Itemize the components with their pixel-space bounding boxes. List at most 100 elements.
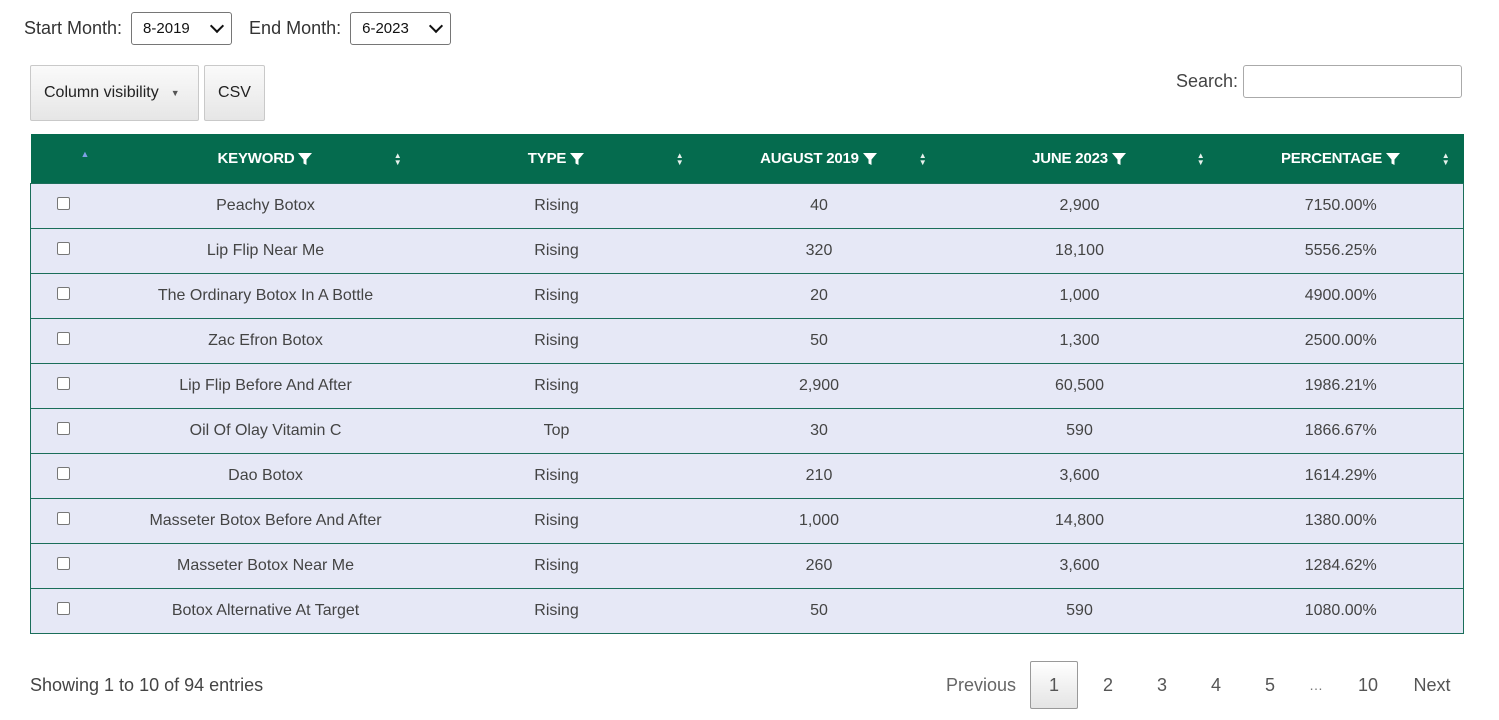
june-2023-cell: 1,300 [940, 318, 1219, 364]
page-5-button[interactable]: 5 [1246, 661, 1294, 709]
table-row: Lip Flip Near Me Rising 320 18,100 5556.25% [30, 228, 1464, 274]
percentage-cell: 7150.00% [1218, 183, 1464, 229]
june-2023-cell: 2,900 [940, 183, 1219, 229]
next-page-button[interactable]: Next [1402, 661, 1462, 709]
end-month-label: End Month: [249, 18, 342, 38]
percentage-cell: 1986.21% [1218, 363, 1464, 409]
search-box: Search: [1176, 65, 1462, 98]
keyword-cell: Masseter Botox Before And After [115, 498, 416, 544]
type-cell: Rising [415, 363, 698, 409]
filter-icon[interactable] [1111, 151, 1127, 167]
june-2023-cell: 1,000 [940, 273, 1219, 319]
august-2019-header-label: AUGUST 2019 [760, 150, 859, 167]
csv-button[interactable]: CSV [204, 65, 265, 121]
page-10-button[interactable]: 10 [1344, 661, 1392, 709]
row-checkbox[interactable] [57, 557, 70, 571]
row-checkbox[interactable] [57, 242, 70, 256]
august-2019-cell: 260 [697, 543, 941, 589]
row-checkbox[interactable] [57, 422, 70, 436]
row-checkbox-cell [30, 543, 116, 589]
csv-label: CSV [218, 84, 251, 101]
june-2023-cell: 590 [940, 408, 1219, 454]
chevron-down-icon [429, 18, 444, 34]
august-2019-cell: 210 [697, 453, 941, 499]
percentage-cell: 2500.00% [1218, 318, 1464, 364]
search-input[interactable] [1243, 65, 1462, 98]
pagination-ellipsis: … [1309, 677, 1323, 693]
row-checkbox[interactable] [57, 512, 70, 526]
row-checkbox[interactable] [57, 602, 70, 616]
type-cell: Rising [415, 453, 698, 499]
row-checkbox-cell [30, 588, 116, 634]
row-checkbox[interactable] [57, 332, 70, 346]
search-label: Search: [1175, 71, 1238, 91]
june-2023-column-header[interactable]: JUNE 2023 ▲ ▼ [940, 134, 1219, 184]
end-month-select[interactable]: 6-2023 [350, 12, 452, 45]
table-row: Masseter Botox Near Me Rising 260 3,600 1284… [30, 543, 1464, 589]
filter-icon[interactable] [297, 151, 313, 167]
sort-asc-icon: ▲ [80, 149, 90, 159]
table-header-row: ▲ KEYWORD ▲ ▼ TYPE ▲ ▼ AUGUST 2019 ▲ ▼ J… [30, 134, 1464, 184]
filter-icon[interactable] [862, 151, 878, 167]
select-column-header[interactable]: ▲ [30, 134, 116, 184]
keyword-cell: The Ordinary Botox In A Bottle [115, 273, 416, 319]
keyword-cell: Masseter Botox Near Me [115, 543, 416, 589]
type-cell: Rising [415, 273, 698, 319]
keyword-cell: Botox Alternative At Target [115, 588, 416, 634]
percentage-cell: 1380.00% [1218, 498, 1464, 544]
table-row: Zac Efron Botox Rising 50 1,300 2500.00% [30, 318, 1464, 364]
start-month-label: Start Month: [24, 18, 123, 38]
keyword-cell: Oil Of Olay Vitamin C [115, 408, 416, 454]
page-4-button[interactable]: 4 [1192, 661, 1240, 709]
filter-icon[interactable] [1385, 151, 1401, 167]
percentage-cell: 1614.29% [1218, 453, 1464, 499]
filter-icon[interactable] [569, 151, 585, 167]
table-row: Botox Alternative At Target Rising 50 590 10… [30, 588, 1464, 634]
previous-page-button[interactable]: Previous [932, 661, 1030, 709]
page-1-button[interactable]: 1 [1030, 661, 1078, 709]
percentage-cell: 5556.25% [1218, 228, 1464, 274]
row-checkbox[interactable] [57, 287, 70, 301]
row-checkbox[interactable] [57, 377, 70, 391]
keyword-cell: Zac Efron Botox [115, 318, 416, 364]
august-2019-cell: 20 [697, 273, 941, 319]
type-cell: Rising [415, 498, 698, 544]
percentage-column-header[interactable]: PERCENTAGE ▲ ▼ [1218, 134, 1464, 184]
percentage-cell: 1866.67% [1218, 408, 1464, 454]
table-row: Dao Botox Rising 210 3,600 1614.29% [30, 453, 1464, 499]
june-2023-header-label: JUNE 2023 [1032, 150, 1108, 167]
row-checkbox-cell [30, 183, 116, 229]
june-2023-cell: 14,800 [940, 498, 1219, 544]
table-row: The Ordinary Botox In A Bottle Rising 20 1,… [30, 273, 1464, 319]
type-column-header[interactable]: TYPE ▲ ▼ [415, 134, 698, 184]
keyword-column-header[interactable]: KEYWORD ▲ ▼ [115, 134, 416, 184]
row-checkbox[interactable] [57, 197, 70, 211]
page-2-button[interactable]: 2 [1084, 661, 1132, 709]
percentage-header-label: PERCENTAGE [1280, 150, 1383, 167]
august-2019-cell: 40 [697, 183, 941, 229]
keyword-cell: Dao Botox [115, 453, 416, 499]
type-cell: Top [415, 408, 698, 454]
keyword-table: ▲ KEYWORD ▲ ▼ TYPE ▲ ▼ AUGUST 2019 ▲ ▼ J… [30, 134, 1464, 634]
column-visibility-label: Column visibility [44, 84, 159, 101]
column-visibility-button[interactable]: Column visibility ▼ [30, 65, 199, 121]
table-row: Masseter Botox Before And After Rising 1,0… [30, 498, 1464, 544]
start-month-select[interactable]: 8-2019 [131, 12, 233, 45]
row-checkbox[interactable] [57, 467, 70, 481]
table-row: Oil Of Olay Vitamin C Top 30 590 1866.67% [30, 408, 1464, 454]
row-checkbox-cell [30, 453, 116, 499]
type-cell: Rising [415, 543, 698, 589]
chevron-down-icon [209, 18, 225, 34]
august-2019-cell: 1,000 [697, 498, 941, 544]
august-2019-cell: 30 [697, 408, 941, 454]
table-row: Lip Flip Before And After Rising 2,900 60,5… [30, 363, 1464, 409]
sort-both-icon: ▲ ▼ [1441, 150, 1450, 167]
page-3-button[interactable]: 3 [1138, 661, 1186, 709]
august-2019-cell: 50 [697, 318, 941, 364]
entries-info: Showing 1 to 10 of 94 entries [30, 675, 264, 695]
august-2019-column-header[interactable]: AUGUST 2019 ▲ ▼ [697, 134, 941, 184]
type-header-label: TYPE [527, 150, 567, 167]
pagination: Previous 1 2 3 4 5 … 10 Next [932, 661, 1462, 709]
month-filters: Start Month: 8-2019 End Month: 6-2023 [24, 12, 468, 45]
type-cell: Rising [415, 183, 698, 229]
